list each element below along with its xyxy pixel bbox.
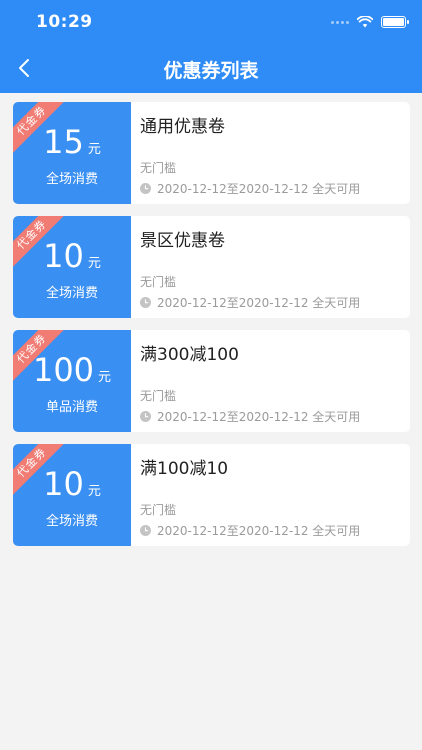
coupon-title: 满100减10 — [140, 459, 229, 479]
coupon-threshold: 无门槛 — [140, 275, 177, 289]
nav-bar: 优惠券列表 — [0, 44, 422, 93]
coupon-amount: 10 元 — [13, 466, 131, 502]
coupon-scope: 全场消费 — [45, 514, 98, 529]
clock-icon — [140, 411, 151, 422]
battery-icon — [381, 16, 409, 28]
coupon-amount-unit: 元 — [87, 484, 101, 499]
coupon-details: 满300减100 无门槛 2020-12-12至2020-12-12 全天可用 — [140, 330, 410, 432]
clock-icon — [140, 183, 151, 194]
clock-icon — [140, 525, 151, 536]
coupon-amount: 15 元 — [13, 124, 131, 160]
coupon-card[interactable]: 代金券 10 元 全场消费 景区优惠卷 无门槛 2020-12-12至2020-1… — [13, 216, 410, 318]
coupon-threshold: 无门槛 — [140, 161, 177, 175]
status-bar: 10:29 — [0, 0, 422, 44]
coupon-scope: 全场消费 — [45, 286, 98, 301]
status-icons — [331, 14, 409, 30]
coupon-list: 代金券 15 元 全场消费 通用优惠卷 无门槛 2020-12-12至2020-1… — [13, 102, 410, 558]
coupon-amount-value: 100 — [32, 351, 95, 389]
coupon-threshold: 无门槛 — [140, 389, 177, 403]
perforated-edge — [128, 444, 136, 546]
coupon-amount-value: 10 — [43, 237, 84, 275]
coupon-amount-unit: 元 — [87, 142, 101, 157]
page-title: 优惠券列表 — [163, 60, 259, 82]
coupon-title: 景区优惠卷 — [140, 231, 225, 251]
coupon-title: 通用优惠卷 — [140, 117, 225, 137]
coupon-scope: 全场消费 — [45, 172, 98, 187]
clock-icon — [140, 297, 151, 308]
status-time: 10:29 — [36, 12, 93, 32]
coupon-validity-text: 2020-12-12至2020-12-12 全天可用 — [157, 182, 361, 196]
wifi-icon — [357, 16, 373, 28]
coupon-amount-unit: 元 — [87, 256, 101, 271]
coupon-card[interactable]: 代金券 100 元 单品消费 满300减100 无门槛 2020-12-12至20… — [13, 330, 410, 432]
cellular-signal-icon — [331, 20, 349, 24]
coupon-validity-text: 2020-12-12至2020-12-12 全天可用 — [157, 524, 361, 538]
coupon-validity: 2020-12-12至2020-12-12 全天可用 — [140, 522, 360, 539]
coupon-value-panel: 代金券 15 元 全场消费 — [13, 102, 131, 204]
coupon-threshold: 无门槛 — [140, 503, 177, 517]
coupon-validity-text: 2020-12-12至2020-12-12 全天可用 — [157, 410, 361, 424]
coupon-amount-value: 10 — [43, 465, 84, 503]
perforated-edge — [128, 102, 136, 204]
coupon-amount-unit: 元 — [98, 370, 112, 385]
coupon-card[interactable]: 代金券 10 元 全场消费 满100减10 无门槛 2020-12-12至2020… — [13, 444, 410, 546]
coupon-value-panel: 代金券 100 元 单品消费 — [13, 330, 131, 432]
coupon-scope: 单品消费 — [45, 400, 98, 415]
coupon-title: 满300减100 — [140, 345, 239, 365]
coupon-amount: 100 元 — [13, 352, 131, 388]
coupon-card[interactable]: 代金券 15 元 全场消费 通用优惠卷 无门槛 2020-12-12至2020-1… — [13, 102, 410, 204]
coupon-value-panel: 代金券 10 元 全场消费 — [13, 444, 131, 546]
coupon-amount-value: 15 — [43, 123, 84, 161]
coupon-details: 满100减10 无门槛 2020-12-12至2020-12-12 全天可用 — [140, 444, 410, 546]
coupon-details: 通用优惠卷 无门槛 2020-12-12至2020-12-12 全天可用 — [140, 102, 410, 204]
coupon-validity: 2020-12-12至2020-12-12 全天可用 — [140, 294, 360, 311]
coupon-details: 景区优惠卷 无门槛 2020-12-12至2020-12-12 全天可用 — [140, 216, 410, 318]
perforated-edge — [128, 216, 136, 318]
perforated-edge — [128, 330, 136, 432]
coupon-validity: 2020-12-12至2020-12-12 全天可用 — [140, 180, 360, 197]
coupon-amount: 10 元 — [13, 238, 131, 274]
coupon-validity-text: 2020-12-12至2020-12-12 全天可用 — [157, 296, 361, 310]
coupon-value-panel: 代金券 10 元 全场消费 — [13, 216, 131, 318]
coupon-validity: 2020-12-12至2020-12-12 全天可用 — [140, 408, 360, 425]
app-header: 10:29 优惠券列表 — [0, 0, 422, 93]
